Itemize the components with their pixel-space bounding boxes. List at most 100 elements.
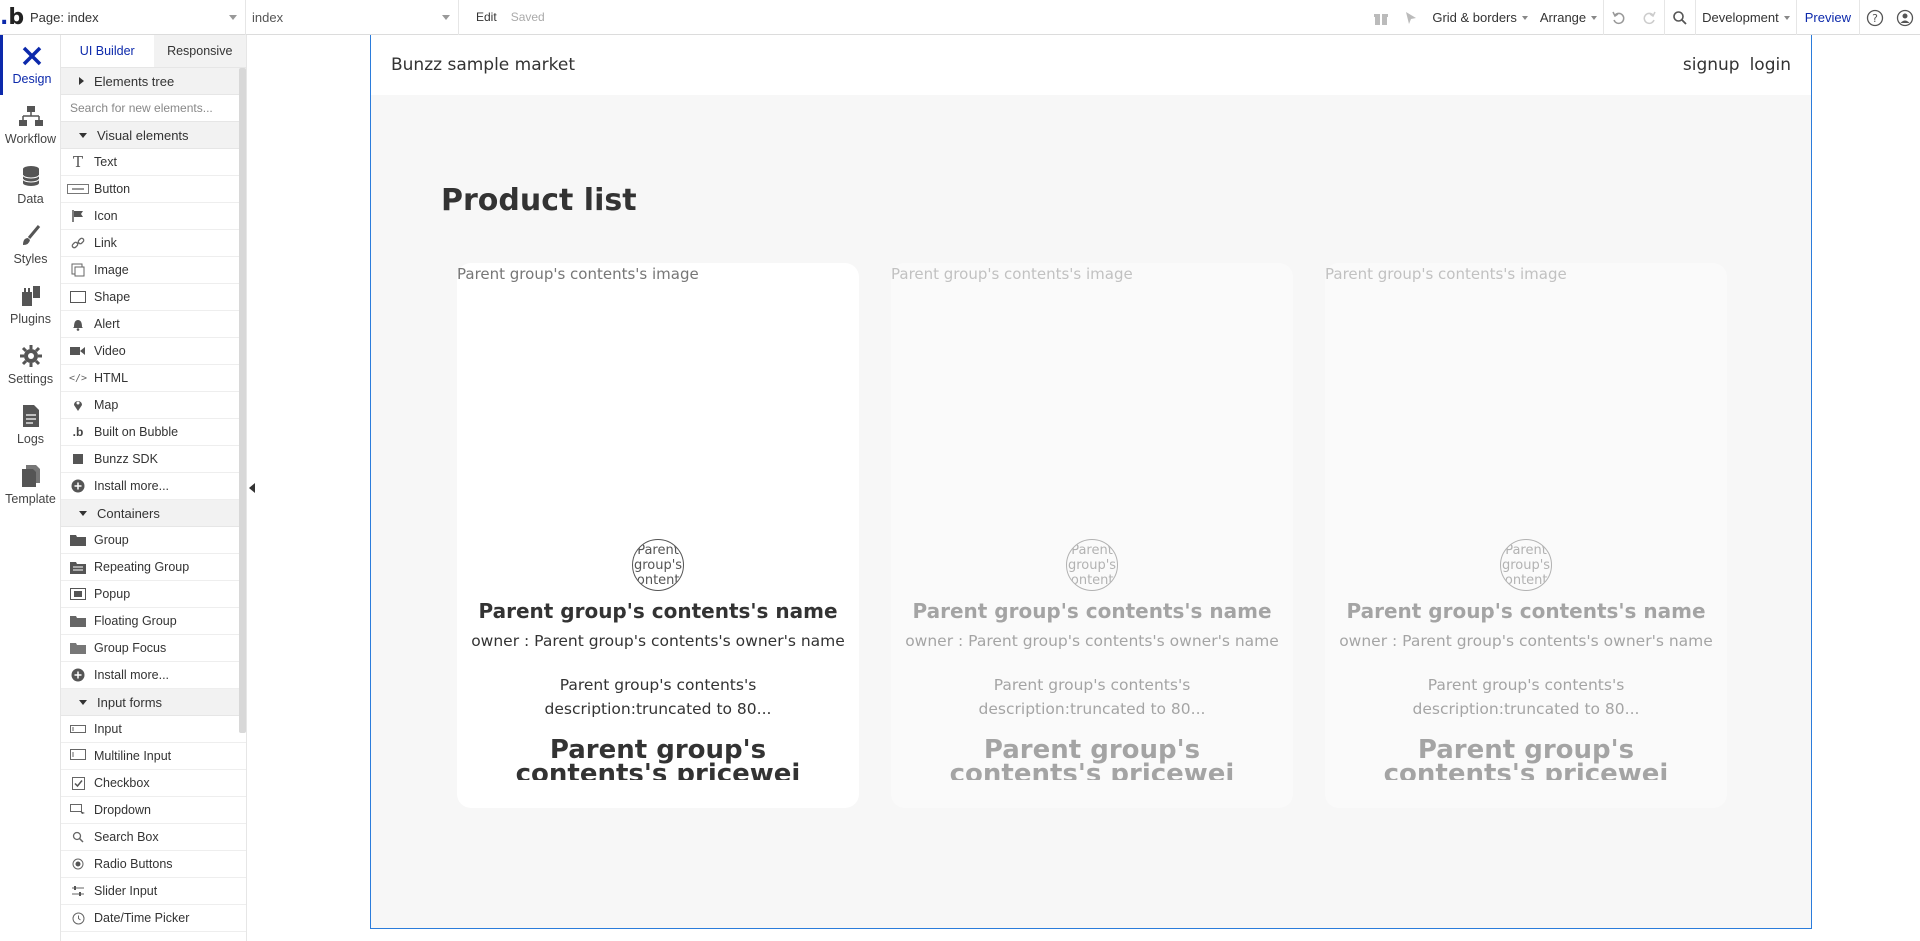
element-datetime-picker[interactable]: Date/Time Picker (61, 905, 246, 932)
element-label: Date/Time Picker (94, 911, 190, 925)
element-built-on-bubble[interactable]: .b Built on Bubble (61, 419, 246, 446)
element-label: Link (94, 236, 117, 250)
elements-tree-label: Elements tree (94, 73, 175, 89)
nav-plugins[interactable]: Plugins (0, 275, 61, 335)
nav-settings-label: Settings (7, 372, 54, 386)
nav-workflow[interactable]: Workflow (0, 95, 61, 155)
tab-ui-builder[interactable]: UI Builder (61, 35, 154, 67)
page-frame[interactable]: Bunzz sample market signup login Product… (370, 35, 1812, 929)
environment-select[interactable]: Development (1702, 10, 1790, 25)
undo-icon[interactable] (1608, 7, 1630, 29)
element-label: Shape (94, 290, 131, 304)
collapse-panel-icon[interactable] (249, 483, 255, 493)
product-name[interactable]: Parent group's contents's name (891, 599, 1293, 623)
nav-design[interactable]: Design (0, 35, 61, 95)
element-search-input[interactable]: Search for new elements... (61, 95, 246, 122)
product-image[interactable]: Parent group's contents's image (1325, 265, 1567, 283)
element-alert[interactable]: Alert (61, 311, 246, 338)
element-multiline-input[interactable]: Multiline Input (61, 743, 246, 770)
product-price[interactable]: Parent group's contents's pricewei (1345, 738, 1707, 780)
product-image[interactable]: Parent group's contents's image (891, 265, 1133, 283)
brand-title[interactable]: Bunzz sample market (391, 55, 575, 75)
login-link[interactable]: login (1750, 55, 1791, 75)
element-image[interactable]: Image (61, 257, 246, 284)
visual-elements-heading[interactable]: Visual elements (61, 122, 246, 149)
element-floating-group[interactable]: Floating Group (61, 608, 246, 635)
product-owner[interactable]: owner : Parent group's contents's owner'… (891, 632, 1293, 650)
index-select[interactable]: index (246, 0, 459, 35)
element-group-focus[interactable]: Group Focus (61, 635, 246, 662)
element-popup[interactable]: Popup (61, 581, 246, 608)
preview-link[interactable]: Preview (1805, 10, 1851, 25)
signup-link[interactable]: signup (1683, 55, 1740, 75)
plus-circle-icon (65, 668, 91, 682)
element-install-more-containers[interactable]: Install more... (61, 662, 246, 689)
element-video[interactable]: Video (61, 338, 246, 365)
chevron-down-icon (1521, 15, 1528, 20)
chevron-down-icon (229, 14, 237, 20)
product-price[interactable]: Parent group's contents's pricewei (911, 738, 1273, 780)
product-description[interactable]: Parent group's contents's description:tr… (1395, 673, 1657, 721)
owner-avatar[interactable]: Parent group's contents (632, 539, 684, 591)
element-html[interactable]: </> HTML (61, 365, 246, 392)
element-label: Radio Buttons (94, 857, 173, 871)
element-slider-input[interactable]: Slider Input (61, 878, 246, 905)
product-owner[interactable]: owner : Parent group's contents's owner'… (1325, 632, 1727, 650)
edit-menu[interactable]: Edit (476, 10, 497, 24)
help-icon[interactable]: ? (1864, 7, 1886, 29)
element-radio-buttons[interactable]: Radio Buttons (61, 851, 246, 878)
product-description[interactable]: Parent group's contents's description:tr… (961, 673, 1223, 721)
bubble-logo[interactable]: .b (0, 0, 24, 35)
product-description[interactable]: Parent group's contents's description:tr… (527, 673, 789, 721)
element-checkbox[interactable]: Checkbox (61, 770, 246, 797)
element-label: Checkbox (94, 776, 150, 790)
search-icon[interactable] (1669, 7, 1691, 29)
element-bunzz-sdk[interactable]: Bunzz SDK (61, 446, 246, 473)
gift-icon[interactable] (1370, 7, 1392, 29)
chevron-down-icon (79, 510, 87, 516)
product-card[interactable]: Parent group's contents's image Parent g… (891, 263, 1293, 808)
element-repeating-group[interactable]: Repeating Group (61, 554, 246, 581)
product-price[interactable]: Parent group's contents's pricewei (477, 738, 839, 780)
product-name[interactable]: Parent group's contents's name (1325, 599, 1727, 623)
product-card[interactable]: Parent group's contents's image Parent g… (457, 263, 859, 808)
element-button[interactable]: Button (61, 176, 246, 203)
element-install-more-visual[interactable]: Install more... (61, 473, 246, 500)
nav-template[interactable]: Template (0, 455, 61, 515)
elements-tree-toggle[interactable]: Elements tree (61, 68, 246, 95)
nav-data[interactable]: Data (0, 155, 61, 215)
containers-heading[interactable]: Containers (61, 500, 246, 527)
page-title[interactable]: Product list (441, 183, 637, 218)
element-input[interactable]: Input (61, 716, 246, 743)
product-owner[interactable]: owner : Parent group's contents's owner'… (457, 632, 859, 650)
element-shape[interactable]: Shape (61, 284, 246, 311)
element-text[interactable]: T Text (61, 149, 246, 176)
cursor-icon[interactable] (1400, 7, 1422, 29)
editor-canvas[interactable]: Bunzz sample market signup login Product… (262, 35, 1920, 941)
element-map[interactable]: Map (61, 392, 246, 419)
element-label: Install more... (94, 668, 170, 682)
palette-scrollbar[interactable] (239, 68, 246, 733)
element-icon[interactable]: Icon (61, 203, 246, 230)
tab-responsive[interactable]: Responsive (153, 35, 246, 67)
page-header[interactable]: Bunzz sample market signup login (371, 35, 1811, 95)
element-dropdown[interactable]: Dropdown (61, 797, 246, 824)
element-link[interactable]: Link (61, 230, 246, 257)
product-card[interactable]: Parent group's contents's image Parent g… (1325, 263, 1727, 808)
input-forms-heading[interactable]: Input forms (61, 689, 246, 716)
nav-settings[interactable]: Settings (0, 335, 61, 395)
nav-logs[interactable]: Logs (0, 395, 61, 455)
owner-avatar[interactable]: Parent group's contents (1066, 539, 1118, 591)
product-name[interactable]: Parent group's contents's name (457, 599, 859, 623)
element-group[interactable]: Group (61, 527, 246, 554)
grid-borders-menu[interactable]: Grid & borders (1432, 10, 1528, 25)
owner-avatar[interactable]: Parent group's contents (1500, 539, 1552, 591)
square-icon (65, 453, 91, 465)
product-image[interactable]: Parent group's contents's image (457, 265, 699, 283)
redo-icon[interactable] (1638, 7, 1660, 29)
page-select[interactable]: Page: index (24, 0, 246, 35)
nav-styles[interactable]: Styles (0, 215, 61, 275)
arrange-menu[interactable]: Arrange (1540, 10, 1598, 25)
account-icon[interactable] (1894, 7, 1916, 29)
element-search-box[interactable]: Search Box (61, 824, 246, 851)
